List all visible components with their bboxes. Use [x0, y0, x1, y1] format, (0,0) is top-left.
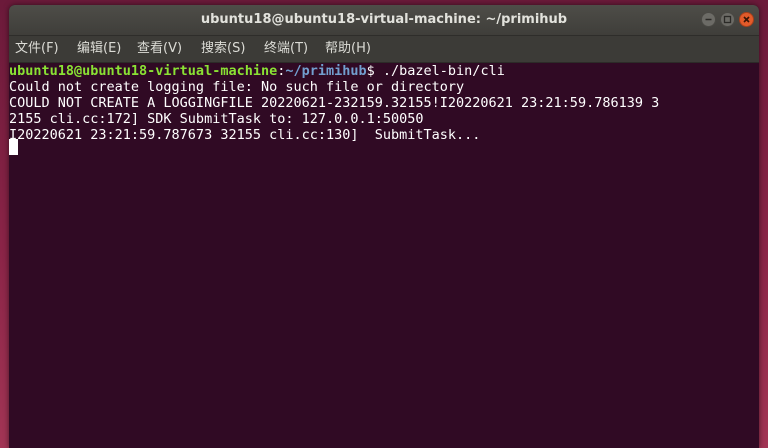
minimize-icon	[705, 18, 712, 21]
prompt-line: ubuntu18@ubuntu18-virtual-machine:~/prim…	[9, 63, 505, 79]
prompt-symbol: $	[366, 63, 383, 79]
maximize-button[interactable]	[720, 12, 735, 27]
output-line: I20220621 23:21:59.787673 32155 cli.cc:1…	[9, 127, 481, 143]
close-icon	[743, 16, 750, 23]
close-button[interactable]	[739, 12, 754, 27]
command-text: ./bazel-bin/cli	[382, 63, 505, 79]
output-line: Could not create logging file: No such f…	[9, 79, 465, 95]
maximize-icon	[723, 15, 732, 24]
menu-bar: 文件(F) 编辑(E) 查看(V) 搜索(S) 终端(T) 帮助(H)	[9, 36, 759, 63]
minimize-button[interactable]	[701, 12, 716, 27]
text-cursor	[9, 139, 18, 155]
title-bar[interactable]: ubuntu18@ubuntu18-virtual-machine: ~/pri…	[9, 5, 759, 36]
terminal-window: ubuntu18@ubuntu18-virtual-machine: ~/pri…	[9, 5, 759, 448]
menu-search[interactable]: 搜索(S)	[201, 36, 245, 62]
terminal-output-area[interactable]: ubuntu18@ubuntu18-virtual-machine:~/prim…	[9, 63, 759, 448]
prompt-path: ~/primihub	[285, 63, 367, 79]
menu-file[interactable]: 文件(F)	[15, 36, 59, 62]
menu-edit[interactable]: 编辑(E)	[77, 36, 121, 62]
menu-help[interactable]: 帮助(H)	[325, 36, 371, 62]
output-line: COULD NOT CREATE A LOGGINGFILE 20220621-…	[9, 95, 660, 111]
window-title: ubuntu18@ubuntu18-virtual-machine: ~/pri…	[200, 12, 568, 27]
output-line: 2155 cli.cc:172] SDK SubmitTask to: 127.…	[9, 111, 424, 127]
menu-terminal[interactable]: 终端(T)	[264, 36, 308, 62]
prompt-user: ubuntu18@ubuntu18-virtual-machine	[9, 63, 278, 79]
menu-view[interactable]: 查看(V)	[137, 36, 182, 62]
